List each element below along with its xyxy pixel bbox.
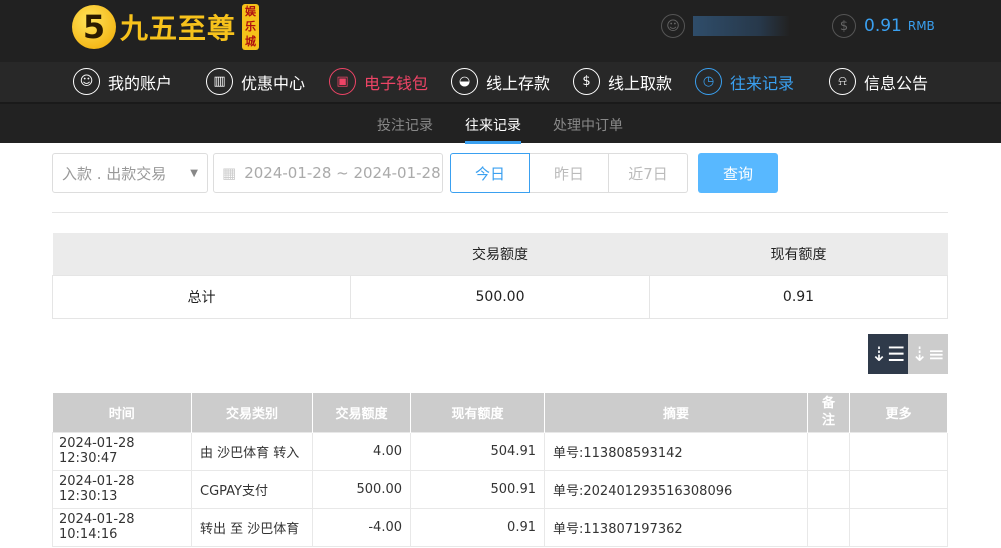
nav-my-account[interactable]: ☺ 我的账户: [73, 68, 172, 95]
bell-icon: ⍾: [829, 68, 856, 95]
table-row: 2024-01-28 12:30:13 CGPAY支付 500.00 500.91 单号…: [52, 469, 948, 509]
balance-currency: RMB: [907, 19, 935, 33]
nav-label: 信息公告: [864, 73, 929, 93]
balance: $ 0.91 RMB: [832, 14, 935, 38]
nav-label: 我的账户: [108, 73, 173, 93]
nav-withdraw[interactable]: $ 线上取款: [573, 68, 672, 95]
nav-label: 线上存款: [486, 73, 551, 93]
nav-promotions[interactable]: ▥ 优惠中心: [206, 68, 305, 95]
cell-amount: -4.00: [312, 507, 411, 547]
nav-label: 电子钱包: [364, 73, 429, 93]
cell-more: [849, 507, 948, 547]
user-icon: ☺: [73, 68, 100, 95]
cell-amount: 500.00: [312, 469, 411, 509]
cell-remark: [807, 431, 850, 471]
nav-records[interactable]: ◷ 往来记录: [695, 68, 794, 95]
tab-pending-orders[interactable]: 处理中订单: [553, 115, 623, 135]
table-row: 2024-01-28 10:14:16 转出 至 沙巴体育 -4.00 0.91 单号:…: [52, 507, 948, 547]
records-icon: ◷: [695, 68, 722, 95]
summary-header: 现有额度: [649, 233, 948, 275]
logo-text: 九五至尊: [120, 12, 237, 45]
cell-balance: 504.91: [410, 431, 545, 471]
cell-time: 2024-01-28 10:14:16: [52, 507, 192, 547]
table-row: 2024-01-28 12:30:47 由 沙巴体育 转入 4.00 504.91 单号…: [52, 431, 948, 471]
dollar-icon: $: [832, 14, 856, 38]
yesterday-button[interactable]: 昨日: [530, 153, 609, 193]
date-range-input[interactable]: ▦ 2024-01-28 ~ 2024-01-28: [213, 153, 443, 193]
col-balance: 现有额度: [410, 393, 545, 432]
tab-transaction-records[interactable]: 往来记录: [465, 115, 521, 144]
col-amount: 交易额度: [312, 393, 411, 432]
nav-deposit[interactable]: ◒ 线上存款: [451, 68, 550, 95]
sort-desc-button[interactable]: ⇣☰: [868, 334, 908, 374]
cell-remark: [807, 469, 850, 509]
sort-asc-icon: ⇣≡: [911, 342, 945, 366]
col-remark: 备注: [807, 393, 850, 432]
cell-summary: 单号:202401293516308096: [544, 469, 808, 509]
cell-balance: 500.91: [410, 469, 545, 509]
sort-asc-button[interactable]: ⇣≡: [908, 334, 948, 374]
transaction-type-select[interactable]: 入款 . 出款交易 ▼: [52, 153, 208, 193]
date-range-value: 2024-01-28 ~ 2024-01-28: [244, 164, 441, 182]
gift-icon: ▥: [206, 68, 233, 95]
nav-label: 往来记录: [730, 73, 795, 93]
user-icon: ☺: [661, 14, 685, 38]
nav-wallet[interactable]: ▣ 电子钱包: [329, 68, 428, 95]
summary-header: 交易额度: [350, 233, 650, 275]
deposit-icon: ◒: [451, 68, 478, 95]
cell-amount: 4.00: [312, 431, 411, 471]
logo[interactable]: 5 九五至尊 娱乐城: [72, 2, 260, 52]
nav-announcements[interactable]: ⍾ 信息公告: [829, 68, 928, 95]
cell-summary: 单号:113808593142: [544, 431, 808, 471]
col-type: 交易类别: [191, 393, 313, 432]
cell-summary: 单号:113807197362: [544, 507, 808, 547]
summary-table: 交易额度 现有额度 总计 500.00 0.91: [52, 233, 948, 319]
sub-tabs: 投注记录 往来记录 处理中订单: [0, 104, 1001, 144]
sort-desc-icon: ⇣☰: [870, 342, 906, 366]
wallet-icon: ▣: [329, 68, 356, 95]
logo-mark: 5: [72, 5, 116, 49]
cell-remark: [807, 507, 850, 547]
calendar-icon: ▦: [222, 164, 237, 182]
col-more: 更多: [849, 393, 948, 432]
withdraw-icon: $: [573, 68, 600, 95]
query-button[interactable]: 查询: [698, 153, 778, 193]
cell-type: 由 沙巴体育 转入: [191, 431, 313, 471]
col-time: 时间: [52, 393, 192, 432]
cell-more: [849, 469, 948, 509]
cell-time: 2024-01-28 12:30:47: [52, 431, 192, 471]
summary-transaction-amount: 500.00: [350, 274, 650, 319]
cell-time: 2024-01-28 12:30:13: [52, 469, 192, 509]
summary-current-balance: 0.91: [649, 274, 948, 319]
username-redacted: [693, 16, 789, 36]
summary-header: [52, 233, 351, 275]
cell-balance: 0.91: [410, 507, 545, 547]
cell-type: 转出 至 沙巴体育: [191, 507, 313, 547]
col-summary: 摘要: [544, 393, 808, 432]
balance-amount: 0.91: [864, 16, 902, 36]
divider: [52, 212, 948, 213]
user-info[interactable]: ☺: [661, 14, 789, 38]
cell-type: CGPAY支付: [191, 469, 313, 509]
chevron-down-icon: ▼: [190, 167, 198, 179]
last-7-days-button[interactable]: 近7日: [609, 153, 688, 193]
transactions-table: 时间 交易类别 交易额度 现有额度 摘要 备注 更多 2024-01-28 12…: [52, 393, 948, 547]
logo-badge: 娱乐城: [242, 4, 260, 50]
summary-label: 总计: [52, 274, 351, 319]
today-button[interactable]: 今日: [450, 153, 530, 193]
cell-more: [849, 431, 948, 471]
nav-label: 线上取款: [608, 73, 673, 93]
main-nav: ☺ 我的账户 ▥ 优惠中心 ▣ 电子钱包 ◒ 线上存款 $ 线上取款 ◷ 往来记录 ⍾ 信息公…: [0, 62, 1001, 104]
nav-label: 优惠中心: [241, 73, 306, 93]
tab-bet-records[interactable]: 投注记录: [377, 115, 433, 135]
select-value: 入款 . 出款交易: [62, 164, 167, 183]
